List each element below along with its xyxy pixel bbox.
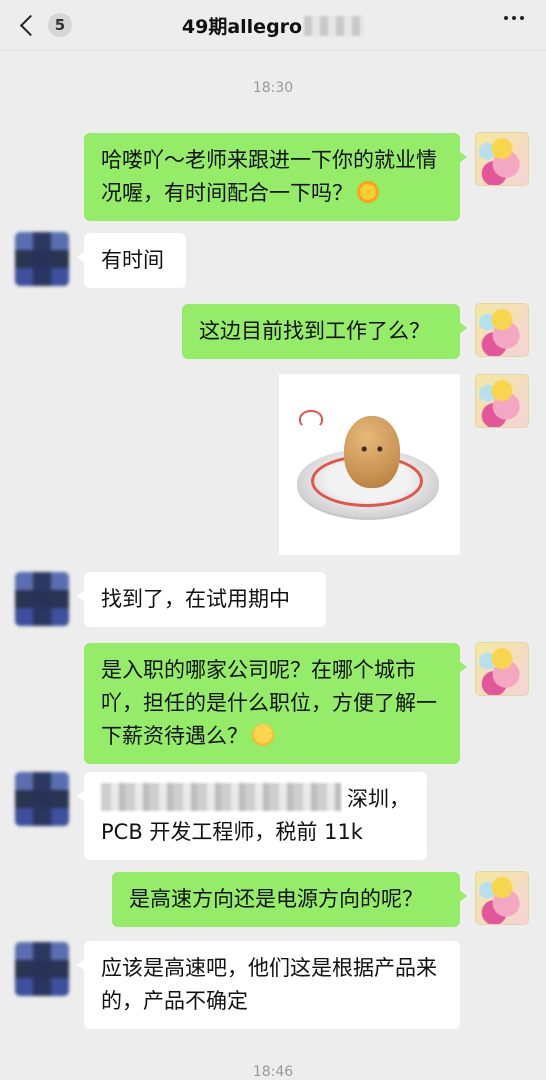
redacted-company-name (101, 783, 341, 811)
message-bubble-outgoing[interactable]: 是入职的哪家公司呢？在哪个城市吖，担任的是什么职位，方便了解一下薪资待遇么？ (84, 643, 467, 764)
message-text: 是高速方向还是电源方向的呢？ (129, 887, 423, 911)
smile-emoji-icon (252, 724, 274, 746)
heart-icon (299, 410, 323, 428)
my-avatar[interactable] (475, 871, 529, 925)
contact-avatar[interactable] (15, 232, 69, 286)
chat-title: 49期allegro (0, 12, 546, 39)
sun-emoji-icon (357, 181, 379, 203)
my-avatar[interactable] (475, 303, 529, 357)
message-bubble-incoming[interactable]: 深圳，PCB 开发工程师，税前 11k (77, 772, 427, 860)
message-text: 应该是高速吧，他们这是根据产品来的，产品不确定 (101, 956, 437, 1013)
more-options-button[interactable] (504, 16, 524, 20)
dot-icon (504, 16, 508, 20)
message-text: 找到了，在试用期中 (101, 587, 290, 611)
message-bubble-outgoing[interactable]: 这边目前找到工作了么？ (182, 304, 467, 359)
my-avatar[interactable] (475, 374, 529, 428)
dot-icon (512, 16, 516, 20)
timestamp: 18:30 (252, 80, 294, 96)
message-bubble-outgoing[interactable]: 是高速方向还是电源方向的呢？ (112, 872, 467, 927)
contact-avatar[interactable] (15, 572, 69, 626)
potato-heart-sticker[interactable] (279, 374, 460, 555)
redacted-title-blur (304, 16, 365, 36)
chat-header: 5 49期allegro (0, 0, 546, 51)
timestamp: 18:46 (252, 1064, 294, 1080)
message-bubble-incoming[interactable]: 找到了，在试用期中 (77, 572, 326, 627)
message-text: 哈喽吖～老师来跟进一下你的就业情况喔，有时间配合一下吗？ (101, 148, 437, 205)
message-text: 有时间 (101, 248, 164, 272)
contact-avatar[interactable] (15, 942, 69, 996)
message-text: 这边目前找到工作了么？ (199, 319, 430, 343)
my-avatar[interactable] (475, 132, 529, 186)
my-avatar[interactable] (475, 642, 529, 696)
dot-icon (520, 16, 524, 20)
message-bubble-incoming[interactable]: 有时间 (77, 233, 186, 288)
chat-title-text: 49期allegro (181, 16, 303, 38)
message-bubble-outgoing[interactable]: 哈喽吖～老师来跟进一下你的就业情况喔，有时间配合一下吗？ (84, 133, 467, 221)
message-bubble-incoming[interactable]: 应该是高速吧，他们这是根据产品来的，产品不确定 (77, 941, 460, 1029)
potato-face (359, 444, 385, 454)
contact-avatar[interactable] (15, 772, 69, 826)
